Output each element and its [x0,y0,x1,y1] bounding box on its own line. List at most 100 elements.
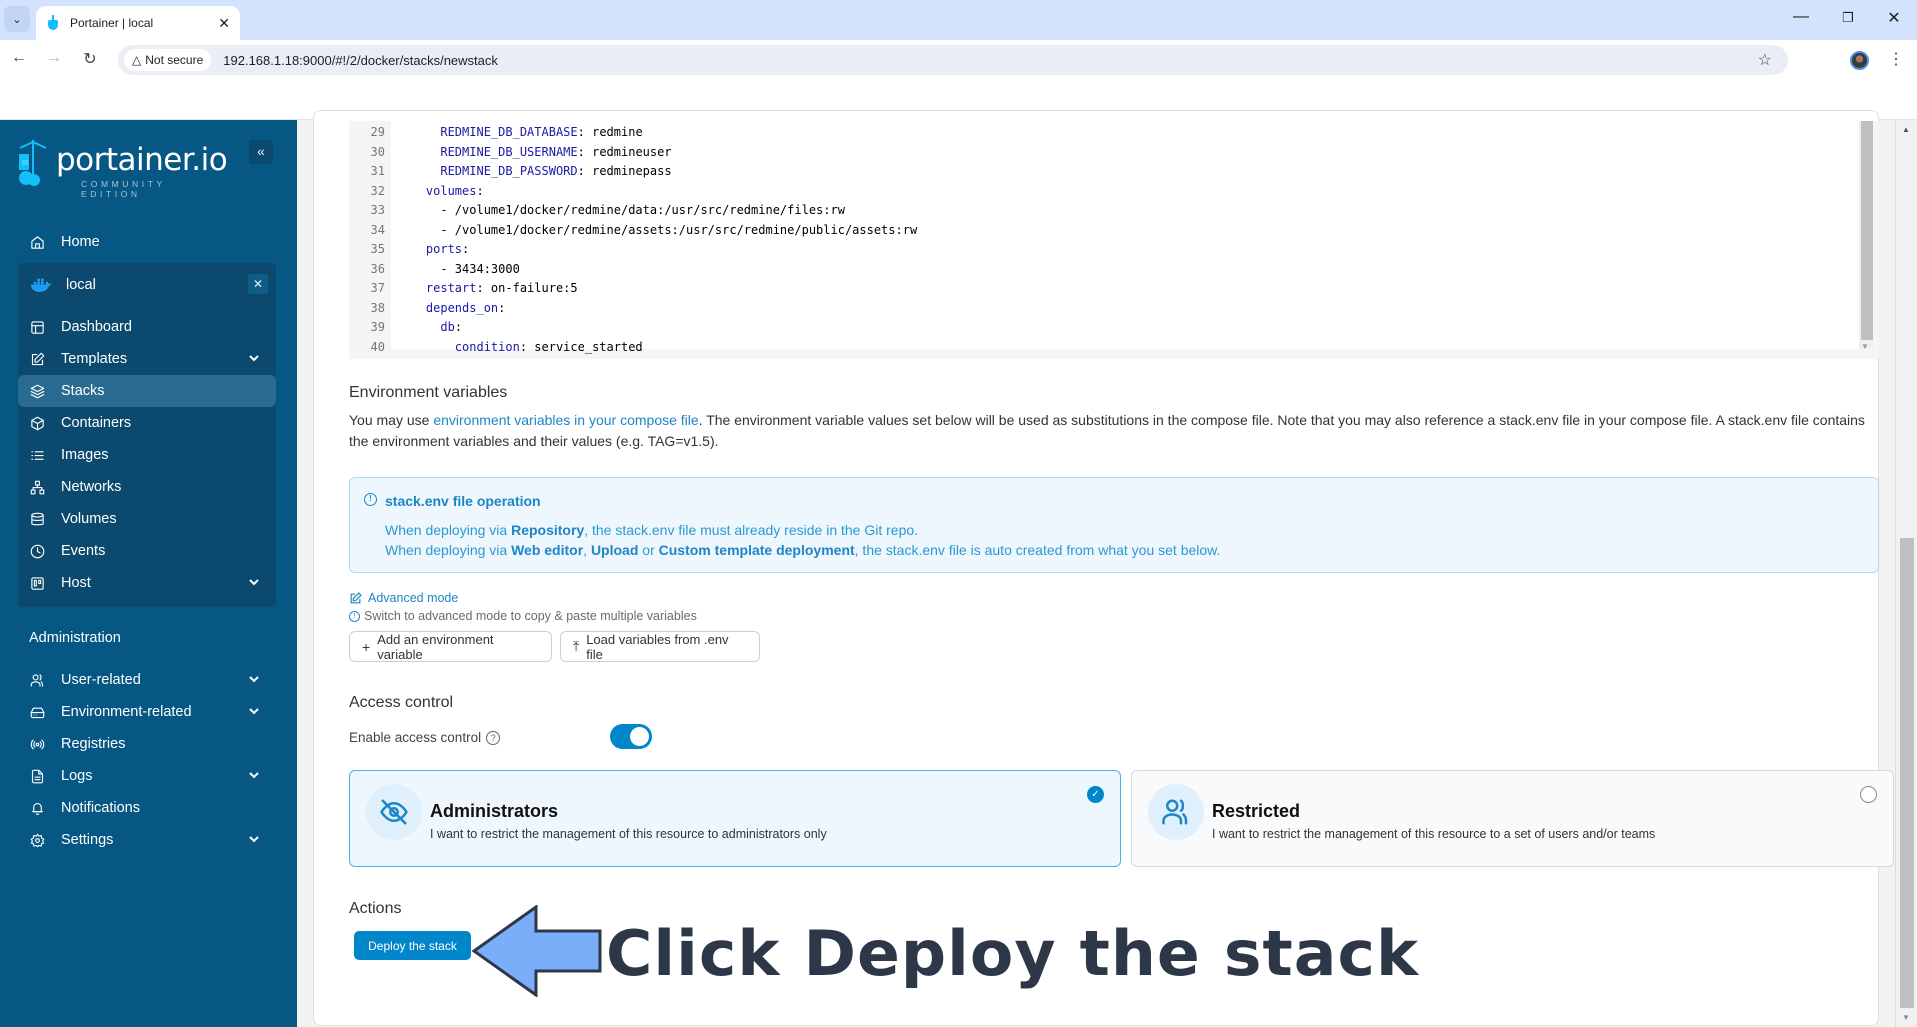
editor-code[interactable]: REDMINE_DB_DATABASE: redmine REDMINE_DB_… [391,121,1859,354]
deploy-stack-button[interactable]: Deploy the stack [354,931,471,960]
back-icon[interactable]: ← [8,49,30,67]
tab-title: Portainer | local [70,16,154,30]
close-environment-button[interactable]: ✕ [248,274,268,294]
help-icon[interactable]: ? [486,730,501,745]
browser-menu-icon[interactable]: ⋮ [1888,49,1904,69]
sidebar-item-templates[interactable]: Templates [18,343,276,375]
sidebar-item-containers[interactable]: Containers [18,407,276,439]
advanced-mode-link[interactable]: Advanced mode [349,591,458,605]
yaml-value: : [454,320,463,334]
chevron-down-icon[interactable] [248,352,260,368]
sidebar-item-host[interactable]: Host [18,567,276,599]
code-line[interactable]: - 3434:3000 [397,260,520,280]
sidebar-item-volumes[interactable]: Volumes [18,503,276,535]
sidebar-item-stacks[interactable]: Stacks [18,375,276,407]
sidebar-item-dashboard[interactable]: Dashboard [18,311,276,343]
yaml-value: - 3434:3000 [440,261,520,276]
sidebar-item-logs[interactable]: Logs [18,760,276,792]
enable-access-control-label: Enable access control ? [349,730,501,745]
code-line[interactable]: depends_on: [397,299,505,319]
chevron-down-icon[interactable] [248,769,260,785]
radio-button[interactable] [1860,786,1877,803]
code-line[interactable]: volumes: [397,182,484,202]
dashboard-icon [29,319,45,335]
sidebar-item-networks[interactable]: Networks [18,471,276,503]
omnibox[interactable]: △ Not secure 192.168.1.18:9000/#!/2/dock… [118,45,1788,75]
editor-scroll-down-icon[interactable]: ▼ [1861,342,1869,351]
chevron-down-icon[interactable] [248,673,260,689]
yaml-value: - /volume1/docker/redmine/assets:/usr/sr… [440,222,918,237]
scroll-up-icon[interactable]: ▲ [1902,125,1910,134]
line-number: 39 [370,320,385,334]
code-line[interactable]: REDMINE_DB_USERNAME: redmineuser [397,143,671,163]
profile-avatar[interactable] [1850,51,1869,70]
code-line[interactable]: db: [397,318,462,338]
access-control-toggle[interactable] [610,724,652,749]
page-scrollbar-thumb[interactable] [1900,538,1914,1008]
code-line[interactable]: restart: on-failure:5 [397,279,578,299]
scroll-down-icon[interactable]: ▼ [1902,1013,1910,1022]
code-line[interactable]: condition: service_started [397,338,643,358]
yaml-key: db [440,320,455,334]
load-env-file-button[interactable]: ⤒ Load variables from .env file [560,631,760,662]
line-number: 40 [370,339,385,354]
sidebar-item-settings[interactable]: Settings [18,824,276,856]
line-number: 32 [370,183,385,198]
minimize-icon[interactable]: — [1786,8,1816,26]
sidebar-item-events[interactable]: Events [18,535,276,567]
info-text: , the stack.env file must already reside… [584,522,919,538]
security-chip[interactable]: △ Not secure [124,49,212,71]
code-line[interactable]: REDMINE_DB_PASSWORD: redminepass [397,162,671,182]
browser-tab[interactable]: Portainer | local ✕ [36,6,240,40]
bookmark-star-icon[interactable]: ☆ [1758,50,1772,70]
tab-close-icon[interactable]: ✕ [218,15,230,32]
edit-icon [29,351,45,367]
chevron-down-icon[interactable] [248,705,260,721]
compose-editor[interactable]: 29 30 31 32 33 34 35 36 37 38 39 40 REDMINE_DB_DATA… [349,121,1879,359]
users-icon [1148,784,1204,840]
access-option-administrators[interactable]: Administrators I want to restrict the ma… [349,770,1121,867]
portainer-logo[interactable]: portainer.io COMMUNITY EDITION [16,140,228,199]
sidebar-item-notifications[interactable]: Notifications [18,792,276,824]
url-text[interactable]: 192.168.1.18:9000/#!/2/docker/stacks/new… [223,53,498,68]
editor-scrollbar[interactable]: ▼ [1859,121,1873,351]
selected-check-icon[interactable]: ✓ [1087,786,1104,803]
browser-tabbar: ⌄ Portainer | local ✕ — ❐ ✕ [0,0,1917,40]
code-line[interactable]: - /volume1/docker/redmine/assets:/usr/sr… [397,221,917,241]
sidebar-item-registries[interactable]: Registries [18,728,276,760]
tab-list-button[interactable]: ⌄ [4,6,30,32]
advanced-mode-label: Advanced mode [368,591,459,605]
code-line[interactable]: - /volume1/docker/redmine/data:/usr/src/… [397,201,845,221]
add-env-variable-button[interactable]: + Add an environment variable [349,631,552,662]
chevron-down-icon[interactable] [248,576,260,592]
sidebar-item-home[interactable]: Home [18,226,276,258]
window-close-icon[interactable]: ✕ [1879,8,1909,28]
sidebar-item-label: Containers [61,415,132,431]
page-scrollbar[interactable]: ▲ ▼ [1895,120,1917,1027]
yaml-key: REDMINE_DB_USERNAME [440,144,578,159]
env-vars-docs-link[interactable]: environment variables in your compose fi… [433,412,698,428]
line-number: 34 [370,222,385,237]
info-bold: Custom template deployment [658,542,855,558]
yaml-value: : service_started [519,339,643,354]
administration-heading: Administration [29,630,121,646]
sidebar-item-user-related[interactable]: User-related [18,664,276,696]
sidebar-item-label: Logs [61,768,93,784]
restore-icon[interactable]: ❐ [1833,10,1863,26]
sidebar-item-environment-related[interactable]: Environment-related [18,696,276,728]
reload-icon[interactable]: ↻ [79,49,101,69]
editor-scrollbar-thumb[interactable] [1861,121,1873,340]
code-line[interactable]: ports: [397,240,469,260]
load-env-file-label: Load variables from .env file [586,631,729,662]
collapse-sidebar-button[interactable]: « [249,140,273,164]
forward-icon[interactable]: → [43,49,65,67]
sidebar-item-label: Dashboard [61,319,132,335]
sidebar-item-images[interactable]: Images [18,439,276,471]
portainer-logo-icon [19,140,47,186]
option-title: Restricted [1212,801,1301,821]
list-icon [29,447,45,463]
code-line[interactable]: REDMINE_DB_DATABASE: redmine [397,123,642,143]
file-text-icon [29,768,45,784]
chevron-down-icon[interactable] [248,833,260,849]
access-option-restricted[interactable]: Restricted I want to restrict the manage… [1131,770,1894,867]
